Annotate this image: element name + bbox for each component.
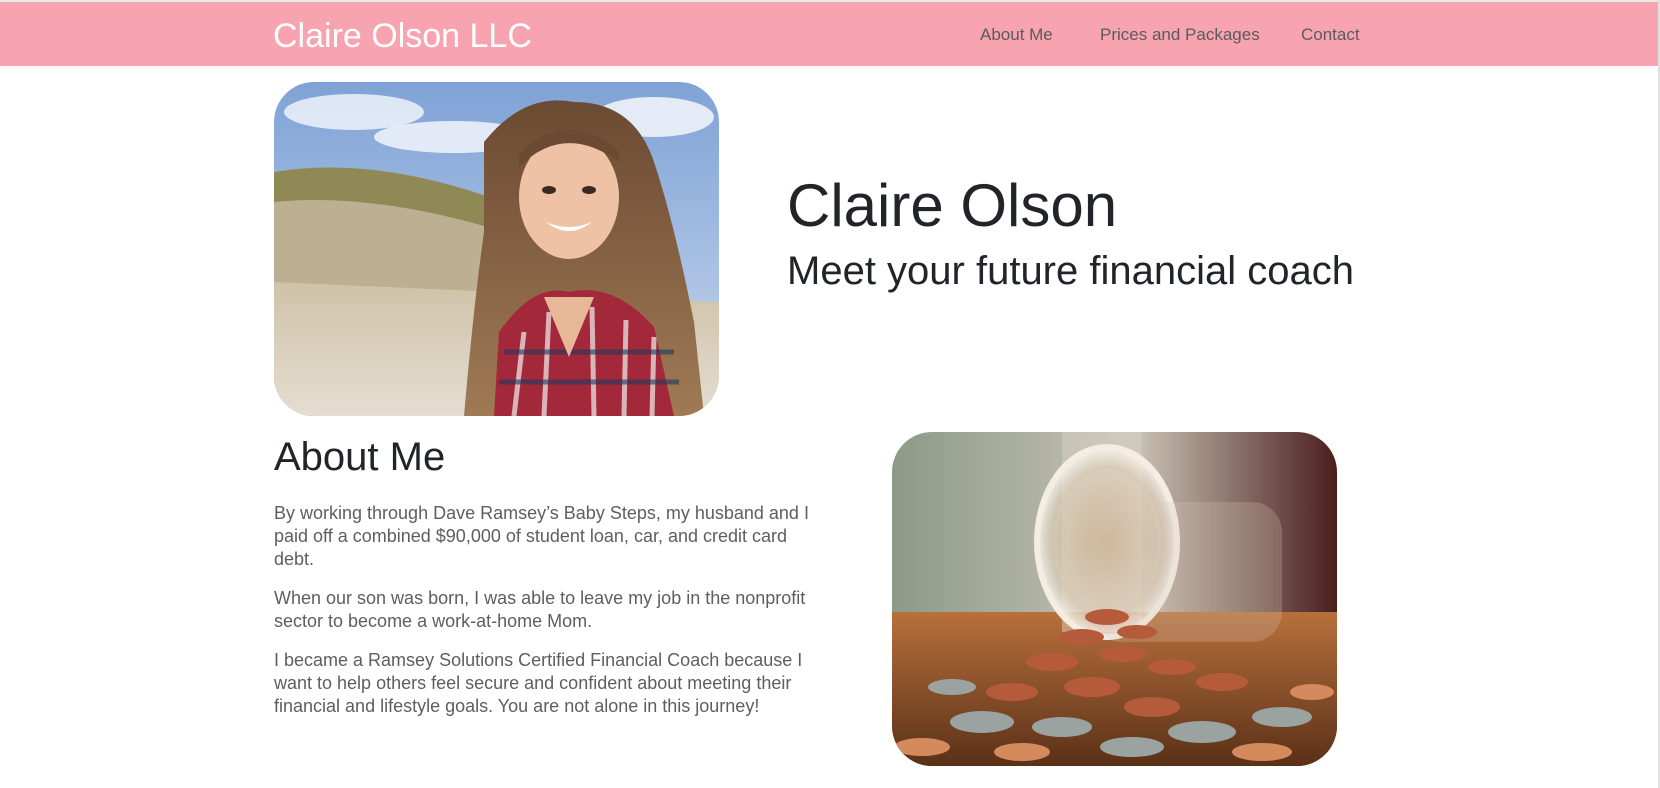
hero-name: Claire Olson (787, 172, 1118, 239)
coin-jar-image (892, 432, 1337, 766)
about-paragraph: I became a Ramsey Solutions Certified Fi… (274, 650, 803, 716)
about-paragraph: When our son was born, I was able to lea… (274, 588, 806, 631)
nav-link-prices-and-packages[interactable]: Prices and Packages (1100, 24, 1260, 46)
about-paragraph: By working through Dave Ramsey’s Baby St… (274, 503, 809, 569)
portrait-photo (274, 82, 719, 416)
nav-link-about-me[interactable]: About Me (980, 24, 1053, 46)
page: Claire Olson LLC About Me Prices and Pac… (0, 0, 1660, 788)
about-heading: About Me (274, 435, 446, 479)
coin-jar-photo (892, 432, 1337, 766)
hero-subtitle: Meet your future financial coach (787, 249, 1354, 293)
brand-link[interactable]: Claire Olson LLC (273, 16, 532, 56)
nav-link-contact[interactable]: Contact (1301, 24, 1360, 46)
navbar: Claire Olson LLC About Me Prices and Pac… (0, 2, 1660, 66)
portrait-image (274, 82, 719, 416)
